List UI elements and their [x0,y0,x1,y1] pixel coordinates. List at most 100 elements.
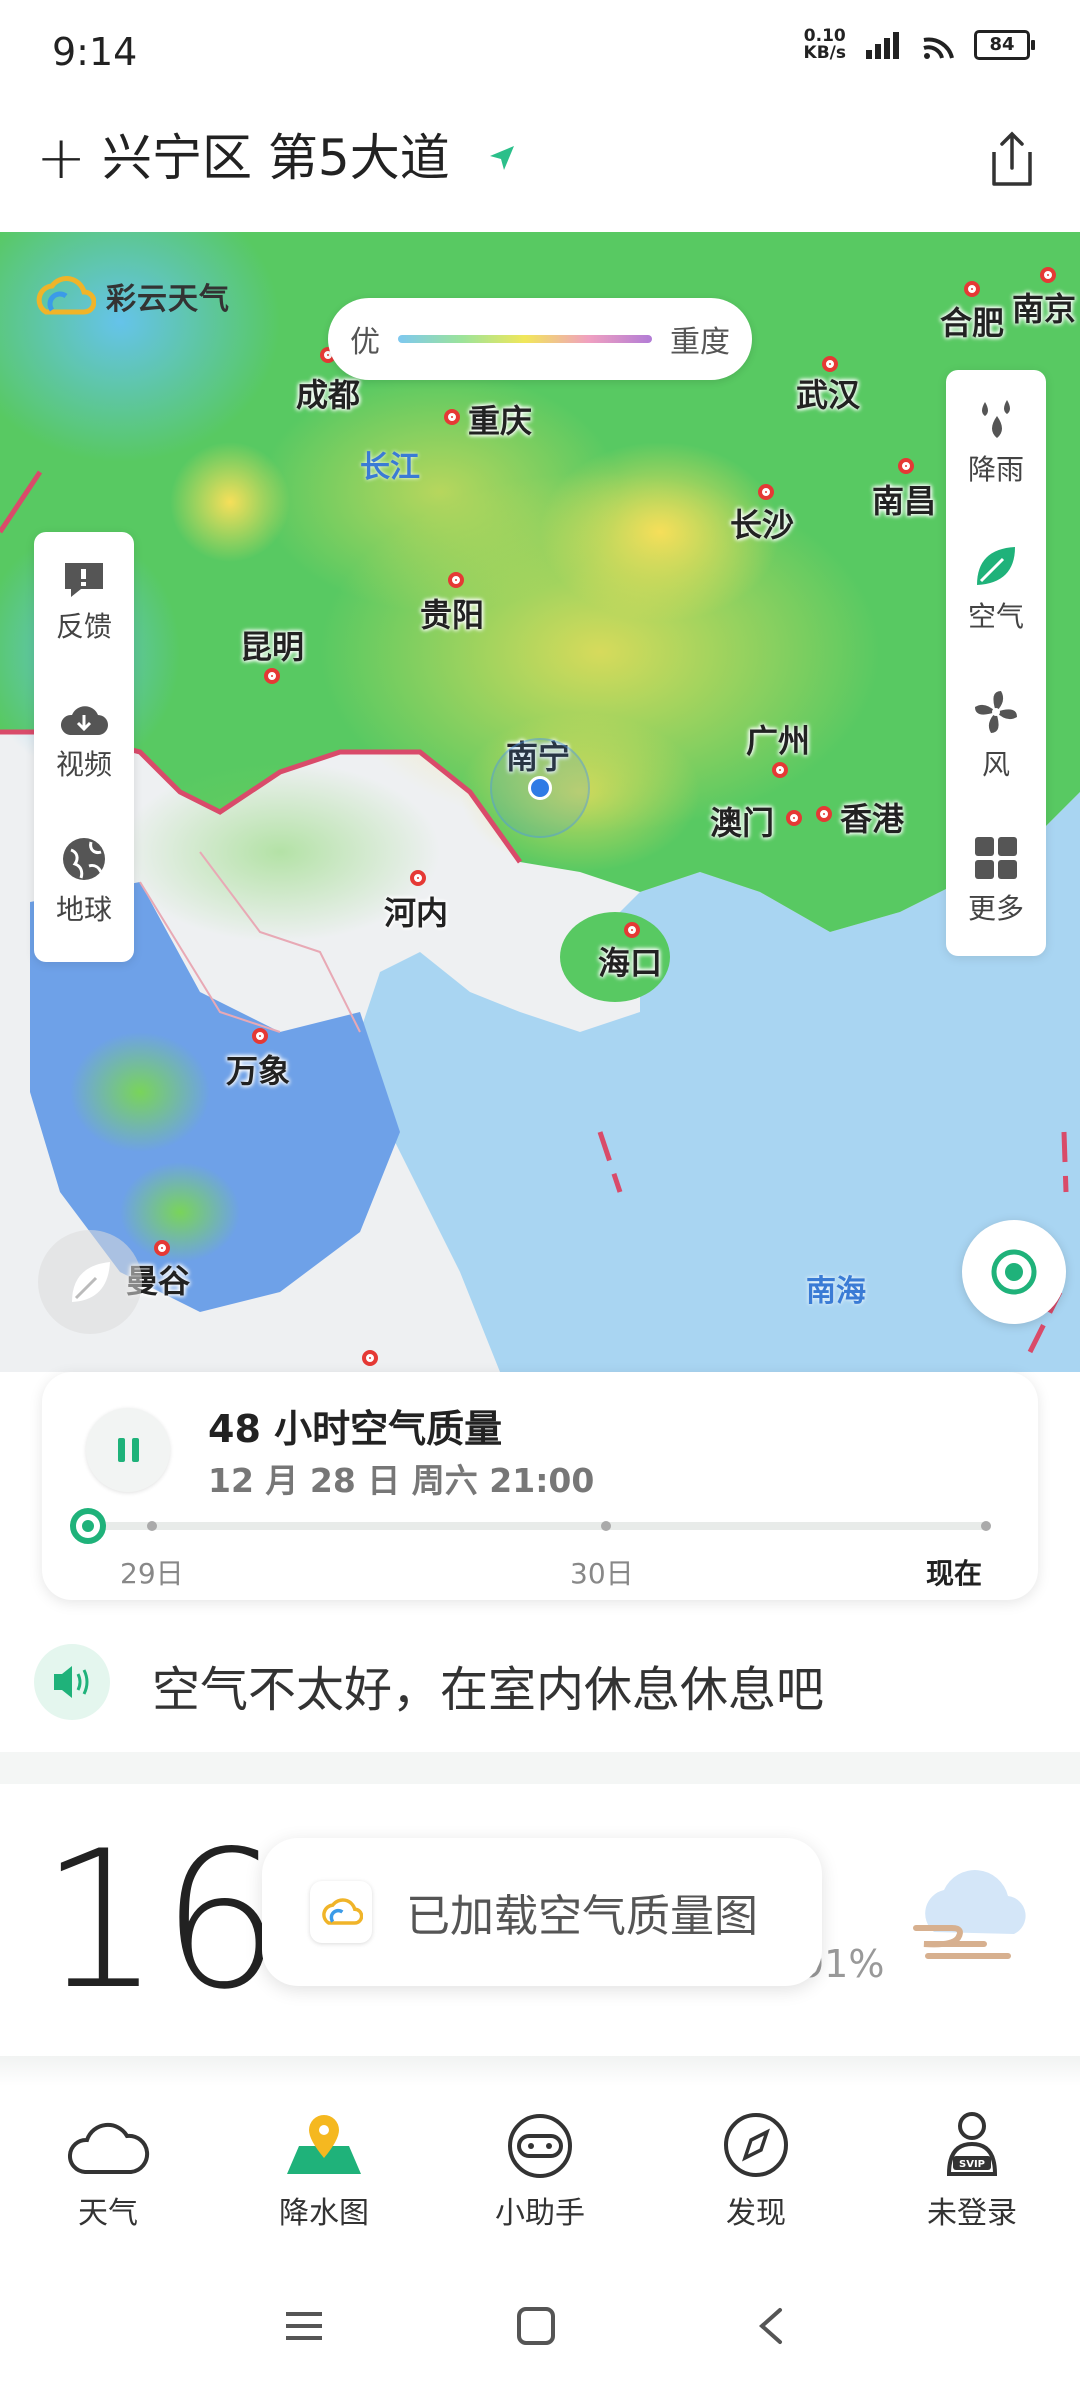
back-icon[interactable] [752,2306,792,2346]
video-button[interactable]: 视频 [34,672,134,812]
status-time: 9:14 [52,30,138,74]
timeline-label-end: 现在 [926,1557,983,1590]
city-dot [772,762,788,778]
net-speed: 0.10 KB/s [803,26,846,63]
toast-text: 已加载空气质量图 [406,1891,758,1942]
svg-text:SVIP: SVIP [959,2159,985,2170]
legend-low: 优 [350,325,380,360]
fog-cloud-icon [913,1870,1026,1959]
timeline-track[interactable] [90,1522,986,1530]
city-label: 南京 [1012,290,1077,328]
share-icon[interactable] [984,128,1040,188]
cloud-icon [68,2122,150,2174]
layer-more-label: 更多 [967,892,1024,925]
layer-air-button[interactable]: 空气 [946,516,1046,662]
city-dot [624,922,640,938]
city-label: 南昌 [872,482,937,520]
nav-weather-label: 天气 [78,2196,138,2231]
layer-wind-button[interactable]: 风 [946,662,1046,808]
caiyun-logo-icon [322,1898,363,1925]
nav-precip-map[interactable]: 降水图 [234,2090,414,2240]
air-tip-text: 空气不太好，在室内休息休息吧 [152,1662,825,1718]
aqi-legend: 优 重度 [328,298,752,380]
app-logo: 彩云天气 [32,272,230,320]
city-dot [252,1028,268,1044]
nav-discover[interactable]: 发现 [666,2090,846,2240]
city-label: 成都 [296,376,361,414]
timeline-date: 12 月 28 日 周六 21:00 [208,1461,595,1500]
city-dot [444,409,460,425]
nav-precip-label: 降水图 [279,2196,369,2231]
city-label: 广州 [746,722,811,760]
toast-app-icon [310,1881,372,1943]
feedback-icon [65,563,103,597]
layer-rain-label: 降雨 [967,453,1024,486]
location-title[interactable]: 兴宁区 第5大道 [102,128,450,188]
cloud-download-icon [60,706,108,735]
air-mode-button[interactable] [38,1230,142,1334]
menu-icon[interactable] [284,2306,324,2346]
grid-icon [975,837,1017,879]
city-dot [154,1240,170,1256]
globe-button[interactable]: 地球 [34,812,134,952]
leaf-icon [72,1262,110,1302]
current-location-dot [528,776,552,800]
assistant-icon [508,2114,572,2178]
city-label: 香港 [840,800,905,838]
fan-icon [975,691,1017,733]
nav-shade [0,2056,1080,2086]
home-icon[interactable] [516,2306,556,2346]
city-label: 海口 [598,944,663,982]
layer-rain-button[interactable]: 降雨 [946,370,1046,516]
video-label: 视频 [55,748,112,781]
caiyun-logo-icon [36,276,96,315]
pause-button[interactable] [86,1408,170,1492]
legend-high: 重度 [670,325,730,360]
city-dot [1040,267,1056,283]
layer-more-button[interactable]: 更多 [946,808,1046,954]
timeline-label-mid: 30日 [570,1557,634,1590]
sea-label: 南海 [806,1274,866,1309]
air-quality-map[interactable]: 成都 重庆 武汉 合肥 南京 长沙 南昌 贵阳 昆明 南宁 广州 澳门 香港 河… [0,232,1080,1372]
city-label: 澳门 [710,804,775,842]
speaker-icon [54,1666,89,1698]
city-dot [264,668,280,684]
feedback-button[interactable]: 反馈 [34,532,134,672]
city-dot [786,810,802,826]
city-dot [362,1350,378,1366]
leaf-icon [977,547,1015,585]
timeline-label-start: 29日 [120,1557,184,1590]
feedback-label: 反馈 [55,610,112,643]
add-location-button[interactable]: + [36,128,86,188]
city-label: 昆明 [240,628,305,666]
nav-assistant-label: 小助手 [495,2196,585,2231]
signal-icon [866,32,899,59]
timeline-tick [981,1521,991,1531]
city-label: 长沙 [730,506,795,544]
right-layer-panel: 降雨 空气 风 更多 [946,370,1046,956]
city-label: 合肥 [940,304,1005,342]
raindrops-icon [982,400,1010,438]
locate-me-button[interactable] [962,1220,1066,1324]
city-label: 武汉 [796,376,861,414]
nav-discover-label: 发现 [726,2196,786,2231]
speaker-button[interactable] [34,1644,110,1720]
city-label: 贵阳 [420,596,485,634]
nav-weather[interactable]: 天气 [18,2090,198,2240]
nav-login-label: 未登录 [927,2196,1017,2231]
location-arrow-icon [490,146,514,170]
nav-assistant[interactable]: 小助手 [450,2090,630,2240]
layer-air-label: 空气 [967,600,1024,633]
globe-icon [63,838,105,880]
brand-name: 彩云天气 [106,282,230,317]
wifi-icon [923,37,954,59]
map-pin-icon [287,2115,361,2174]
city-dot [410,870,426,886]
river-label: 长江 [360,450,420,485]
city-dot [758,484,774,500]
city-label: 河内 [384,894,449,932]
timeline-knob[interactable] [70,1508,106,1544]
nav-login[interactable]: SVIP 未登录 [882,2090,1062,2240]
city-label: 重庆 [468,402,533,440]
timeline-tick [147,1521,157,1531]
